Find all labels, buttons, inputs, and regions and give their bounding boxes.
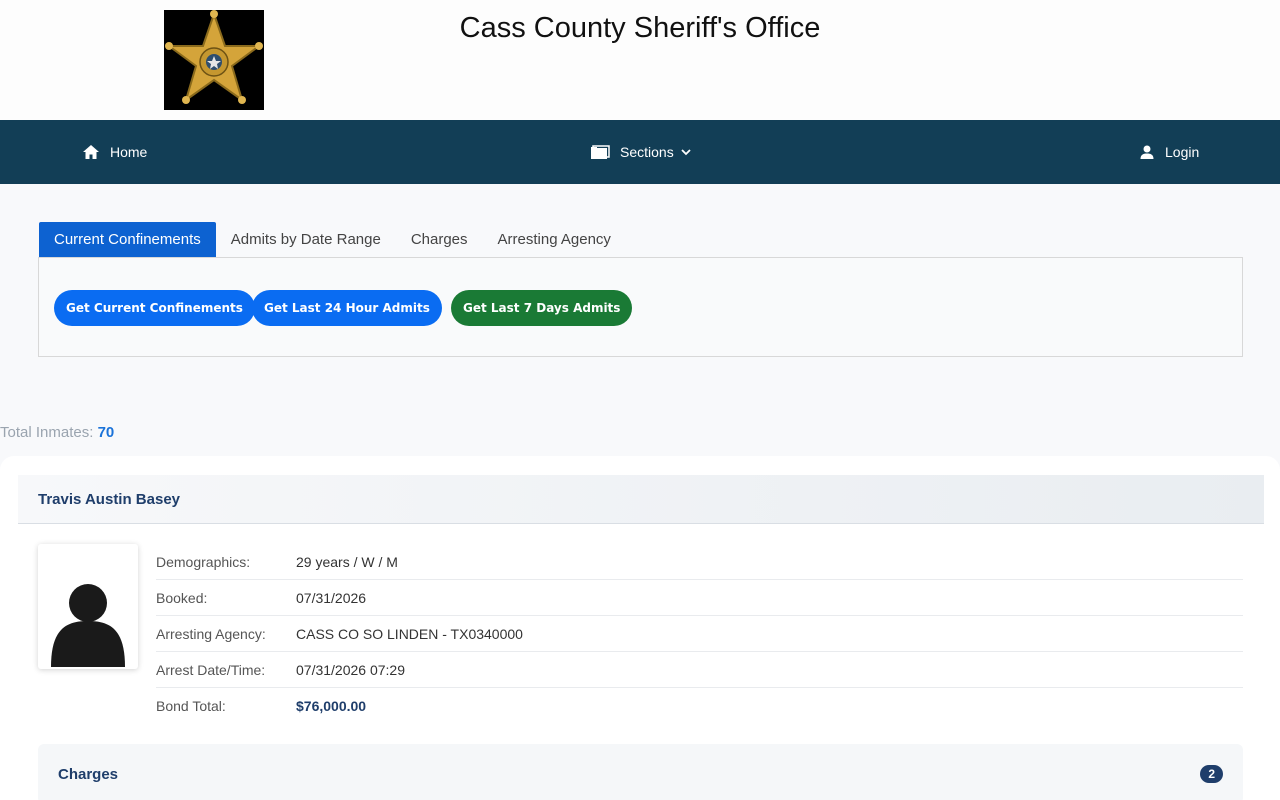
total-inmates: Total Inmates: 70 (0, 424, 114, 441)
nav-sections-dropdown[interactable]: Sections (590, 120, 692, 184)
home-icon (83, 145, 99, 159)
user-icon (1140, 145, 1154, 159)
detail-label: Arresting Agency: (156, 625, 266, 642)
site-header: Cass County Sheriff's Office (0, 0, 1280, 120)
get-last-24-hour-admits-button[interactable]: Get Last 24 Hour Admits (252, 290, 442, 326)
detail-value: 07/31/2026 07:29 (296, 661, 405, 678)
inmate-card: Travis Austin Basey Demographics: 29 yea… (0, 456, 1280, 800)
charges-accordion[interactable]: Charges 2 (38, 744, 1243, 800)
detail-label: Demographics: (156, 553, 251, 570)
nav-sections-label: Sections (620, 144, 674, 160)
detail-label: Arrest Date/Time: (156, 661, 266, 678)
tab-admits-by-date-range[interactable]: Admits by Date Range (216, 222, 396, 257)
tab-arresting-agency[interactable]: Arresting Agency (483, 222, 626, 257)
inmate-name: Travis Austin Basey (38, 490, 181, 508)
inmate-header[interactable]: Travis Austin Basey (18, 475, 1264, 524)
person-silhouette-icon (51, 584, 125, 667)
main-navbar: Home Sections Login (0, 120, 1280, 184)
bond-total-value: $76,000.00 (296, 698, 367, 714)
inmate-photo (38, 544, 138, 669)
detail-row-arrest-datetime: Arrest Date/Time: 07/31/2026 07:29 (156, 652, 1243, 688)
detail-row-booked: Booked: 07/31/2026 (156, 580, 1243, 616)
detail-value: 29 years / W / M (296, 553, 398, 570)
folders-icon (591, 145, 610, 159)
detail-row-demographics: Demographics: 29 years / W / M (156, 544, 1243, 580)
nav-login-label: Login (1165, 144, 1200, 160)
total-inmates-count: 70 (97, 424, 115, 441)
charges-count-badge: 2 (1200, 765, 1223, 783)
nav-home-link[interactable]: Home (82, 120, 147, 184)
charges-title: Charges (58, 765, 119, 783)
site-title: Cass County Sheriff's Office (459, 12, 821, 44)
tab-panel: Get Current Confinements Get Last 24 Hou… (38, 257, 1243, 357)
detail-label: Booked: (156, 589, 208, 606)
detail-row-arresting-agency: Arresting Agency: CASS CO SO LINDEN - TX… (156, 616, 1243, 652)
detail-value: 07/31/2026 (296, 589, 367, 606)
tab-charges[interactable]: Charges (396, 222, 483, 257)
detail-label: Bond Total: (156, 698, 226, 714)
detail-value: CASS CO SO LINDEN - TX0340000 (296, 625, 523, 642)
nav-home-label: Home (110, 144, 148, 160)
get-last-7-days-admits-button[interactable]: Get Last 7 Days Admits (451, 290, 633, 326)
inmate-details: Demographics: 29 years / W / M Booked: 0… (156, 544, 1243, 724)
total-inmates-label: Total Inmates: (0, 424, 94, 441)
chevron-down-icon (681, 149, 691, 156)
nav-login-link[interactable]: Login (1139, 120, 1199, 184)
detail-row-bond-total: Bond Total: $76,000.00 (156, 688, 1243, 724)
tab-current-confinements[interactable]: Current Confinements (39, 222, 216, 257)
confinement-tabs: Current Confinements Admits by Date Rang… (39, 222, 626, 257)
get-current-confinements-button[interactable]: Get Current Confinements (54, 290, 255, 326)
